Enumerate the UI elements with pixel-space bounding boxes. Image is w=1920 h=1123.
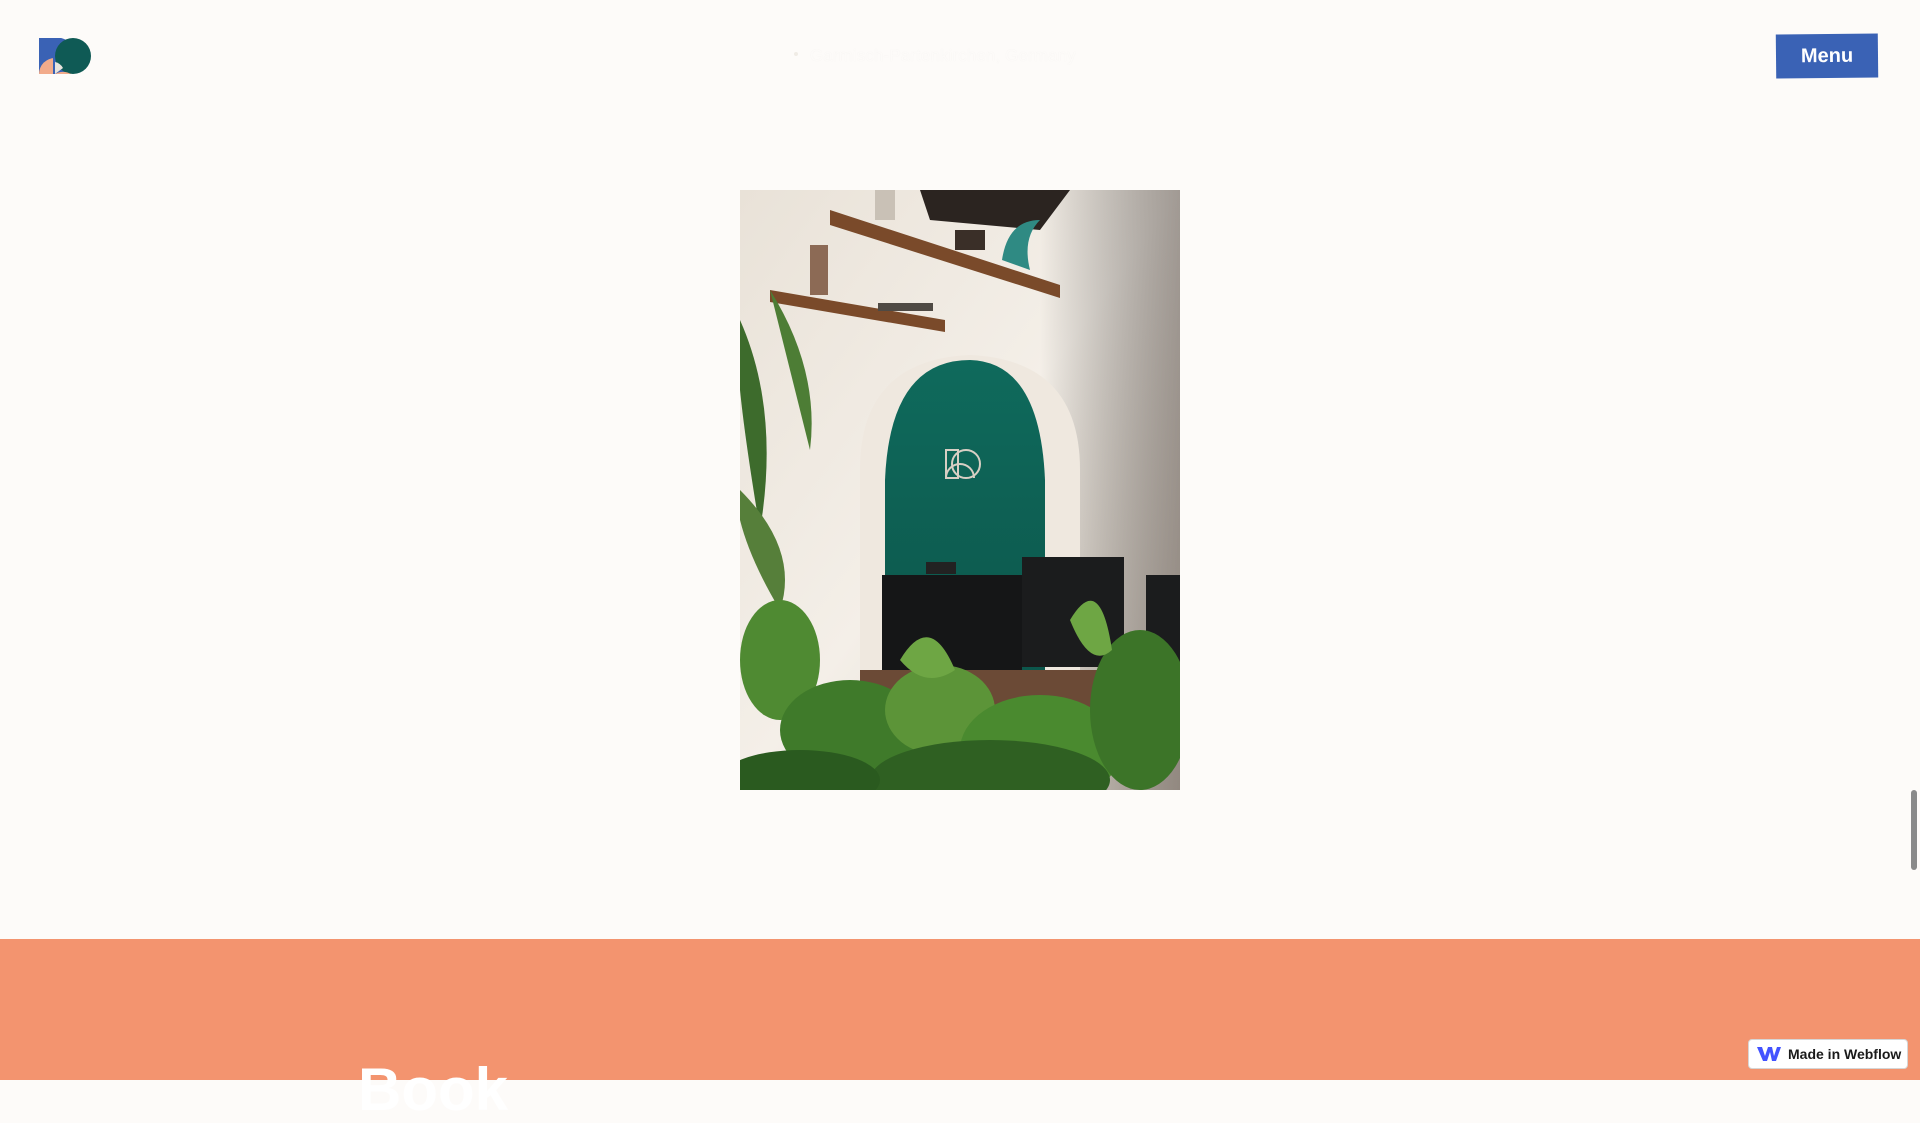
map-pin-icon [790,48,802,64]
webflow-icon [1757,1046,1781,1062]
section-heading: Book [358,1056,508,1123]
office-arch-photo [740,190,1180,790]
brand-logo[interactable] [39,37,93,74]
made-in-webflow-badge[interactable]: Made in Webflow [1748,1039,1908,1069]
badge-label: Made in Webflow [1788,1046,1902,1062]
location-text: Garmisch-Partenkirchen, Germany [810,46,1076,65]
scrollbar-thumb[interactable] [1911,790,1917,870]
menu-button[interactable]: Menu [1775,33,1879,79]
site-header: Garmisch-Partenkirchen, Germany Menu [0,0,1920,120]
booking-section [0,939,1920,1080]
location-label: Garmisch-Partenkirchen, Germany [790,46,1130,66]
